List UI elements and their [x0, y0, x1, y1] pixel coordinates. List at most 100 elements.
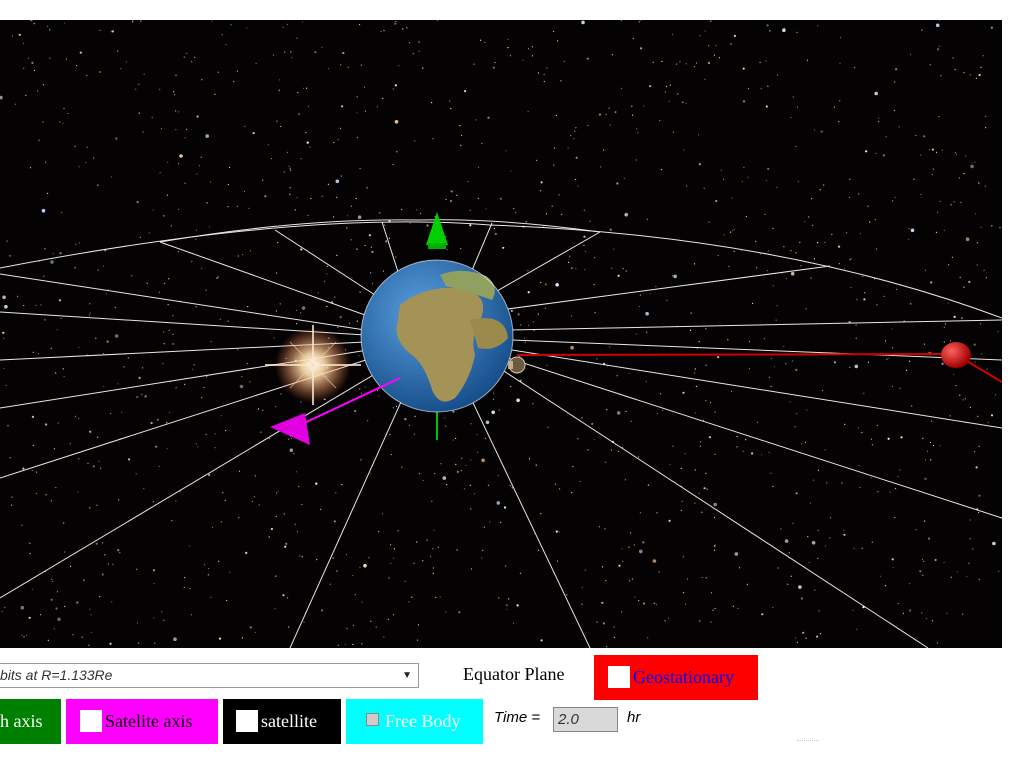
star: [460, 144, 462, 146]
star: [241, 376, 243, 378]
star: [631, 105, 633, 107]
star: [880, 575, 882, 577]
star: [55, 372, 57, 374]
star: [125, 61, 127, 63]
star: [47, 639, 49, 642]
star: [333, 216, 335, 218]
star: [899, 387, 901, 389]
star: [272, 54, 274, 56]
star: [469, 484, 471, 486]
star: [110, 412, 112, 415]
star: [680, 467, 682, 469]
star: [894, 516, 896, 519]
star: [317, 292, 319, 294]
satellite-toggle[interactable]: satellite: [223, 699, 341, 744]
star: [392, 88, 394, 90]
star: [160, 128, 163, 130]
star: [715, 199, 718, 203]
star: [553, 30, 555, 32]
star: [418, 41, 420, 43]
star: [699, 620, 701, 622]
star: [606, 409, 608, 411]
star: [908, 227, 910, 230]
star: [838, 121, 840, 123]
star: [583, 244, 585, 246]
star: [336, 570, 338, 572]
star: [44, 319, 46, 321]
star: [864, 292, 866, 294]
star: [587, 449, 589, 451]
star: [937, 48, 940, 51]
star: [684, 453, 686, 455]
star: [62, 368, 64, 370]
star: [29, 167, 32, 169]
star: [824, 449, 826, 451]
star: [604, 461, 606, 463]
star: [431, 500, 433, 502]
star: [689, 329, 692, 331]
star: [561, 213, 563, 215]
star: [469, 209, 471, 211]
star: [666, 299, 668, 301]
star: [601, 601, 604, 604]
star: [346, 215, 349, 217]
star: [138, 112, 140, 114]
star: [96, 184, 99, 187]
star: [300, 312, 302, 314]
free-body-checkbox[interactable]: [366, 713, 379, 727]
satellite-axis-toggle[interactable]: Satelite axis: [66, 699, 218, 744]
earth-globe-icon[interactable]: [360, 259, 514, 413]
star: [818, 610, 820, 612]
star: [162, 362, 164, 365]
star: [974, 161, 976, 163]
star: [876, 248, 878, 250]
star: [506, 608, 508, 610]
star: [745, 215, 747, 218]
star: [559, 488, 561, 490]
free-body-toggle[interactable]: Free Body: [346, 699, 483, 744]
star: [856, 628, 858, 630]
orbit-simulation-scene[interactable]: [0, 20, 1002, 648]
star: [195, 306, 197, 308]
star: [649, 293, 651, 295]
star: [787, 583, 789, 585]
orbit-dropdown[interactable]: bits at R=1.133Re ▼: [0, 663, 419, 688]
star: [764, 213, 766, 215]
star: [975, 77, 978, 79]
star: [283, 513, 285, 515]
star: [253, 496, 255, 498]
star: [38, 139, 40, 141]
red-sphere-icon[interactable]: [941, 342, 971, 368]
satellite-axis-checkbox[interactable]: [80, 709, 102, 732]
star: [715, 45, 717, 47]
star: [303, 87, 305, 89]
star: [333, 141, 335, 144]
time-field[interactable]: 2.0: [553, 707, 618, 732]
star: [192, 368, 194, 370]
star: [980, 226, 982, 228]
star: [37, 353, 40, 355]
star: [511, 487, 513, 489]
dropdown-arrow-icon[interactable]: ▼: [402, 664, 412, 687]
star: [540, 281, 542, 284]
satellite-checkbox[interactable]: [236, 709, 258, 732]
geostationary-toggle[interactable]: Geostationary: [594, 655, 758, 700]
star: [586, 57, 589, 60]
star: [252, 132, 255, 135]
star: [426, 224, 429, 227]
star: [839, 62, 841, 64]
star: [296, 37, 298, 39]
star: [142, 131, 144, 133]
earth-axis-toggle[interactable]: h axis: [0, 699, 61, 744]
star: [618, 564, 621, 567]
star: [950, 576, 952, 578]
star: [632, 37, 634, 39]
star: [819, 189, 821, 191]
star: [687, 578, 689, 580]
geostationary-checkbox[interactable]: [608, 665, 630, 688]
star: [560, 80, 562, 82]
star: [480, 39, 482, 41]
star: [214, 93, 216, 95]
star: [11, 35, 14, 37]
star: [623, 177, 625, 180]
